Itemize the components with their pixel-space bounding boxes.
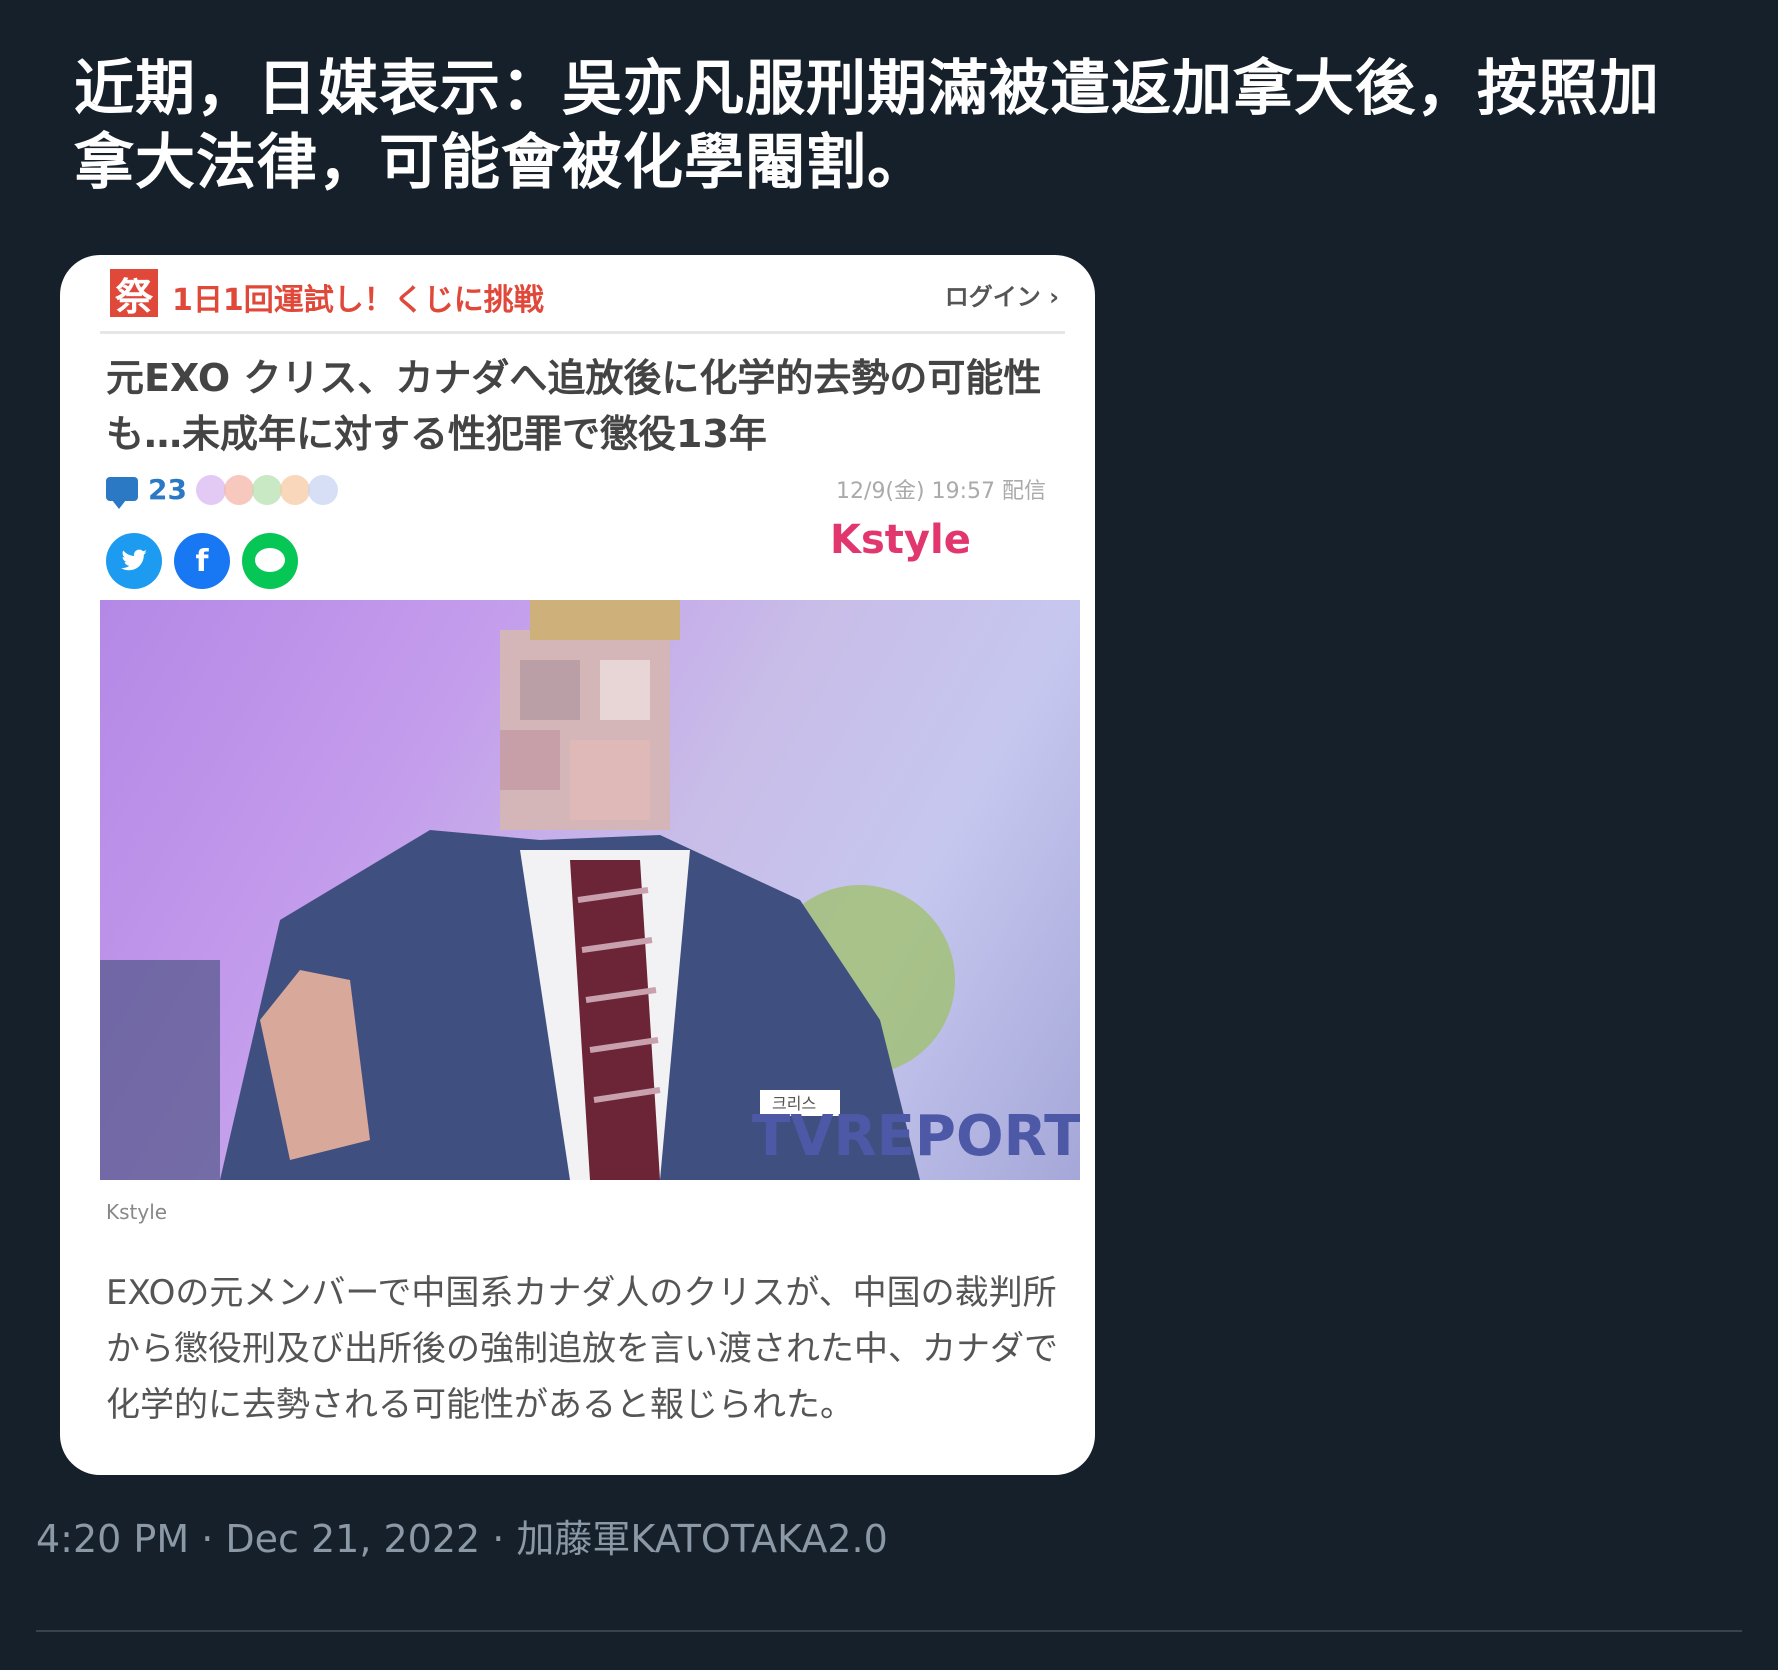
divider (36, 1630, 1742, 1632)
comment-icon (106, 477, 138, 509)
divider (100, 331, 1065, 334)
photo-credit: Kstyle (106, 1200, 168, 1224)
photo-illustration: 크리스 TVREPORT (100, 600, 1080, 1180)
article-screenshot-card[interactable]: 祭 1日1回運試し！くじに挑戦 ログイン › 元EXO クリス、カナダへ追放後に… (60, 255, 1095, 1475)
reaction-icon (196, 475, 226, 505)
tvreport-watermark: TVREPORT (752, 1104, 1080, 1169)
kstyle-logo: Kstyle (830, 517, 971, 563)
festival-badge-icon: 祭 (110, 269, 158, 319)
twitter-share-icon (106, 533, 162, 589)
facebook-share-icon: f (174, 533, 230, 589)
article-meta: 23 12/9(金) 19:57 配信 (106, 473, 1066, 513)
comment-count: 23 (148, 473, 187, 506)
article-topbar: 祭 1日1回運試し！くじに挑戦 ログイン › (60, 255, 1095, 335)
reaction-icon (280, 475, 310, 505)
login-link: ログイン › (944, 283, 1059, 311)
reaction-icon (308, 475, 338, 505)
article-photo: 크리스 TVREPORT (100, 600, 1080, 1180)
line-share-icon (242, 533, 298, 589)
article-body: EXOの元メンバーで中国系カナダ人のクリスが、中国の裁判所から懲役刑及び出所後の… (106, 1273, 1058, 1425)
article-headline: 元EXO クリス、カナダへ追放後に化学的去勢の可能性も…未成年に対する性犯罪で懲… (106, 356, 1042, 456)
tweet-timestamp[interactable]: 4:20 PM · Dec 21, 2022 · 加藤軍KATOTAKA2.0 (36, 1508, 888, 1563)
lottery-promo-link: 1日1回運試し！くじに挑戦 (172, 283, 544, 318)
reaction-icon (224, 475, 254, 505)
article-dateline: 12/9(金) 19:57 配信 (836, 479, 1046, 504)
reaction-icon (252, 475, 282, 505)
tweet-text: 近期，日媒表示：吳亦凡服刑期滿被遣返加拿大後，按照加拿大法律，可能會被化學閹割。 (74, 54, 1660, 198)
